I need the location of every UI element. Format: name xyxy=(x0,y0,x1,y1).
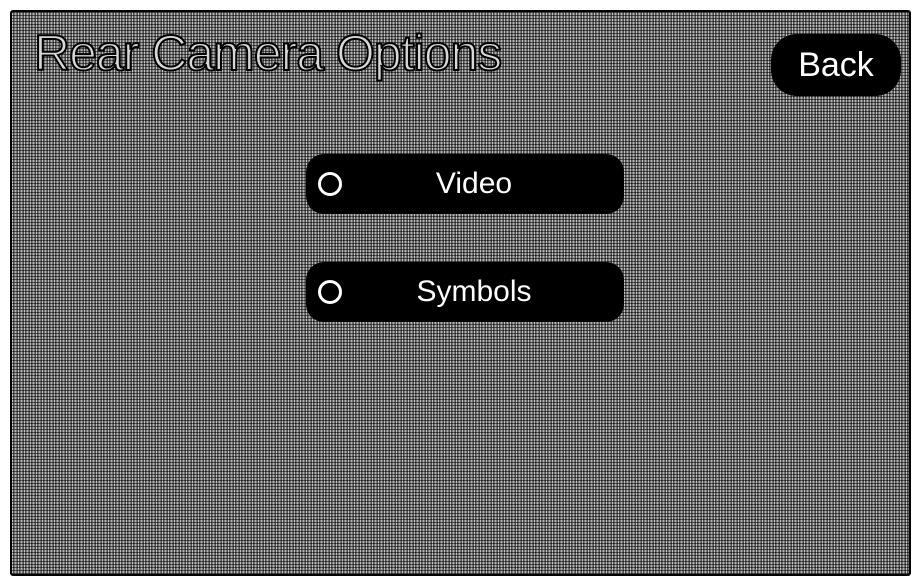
back-button[interactable]: Back xyxy=(771,34,901,96)
symbols-option-label: Symbols xyxy=(416,275,532,308)
video-radio-icon[interactable] xyxy=(318,172,342,196)
video-option-label: Video xyxy=(435,167,513,200)
symbols-option-button[interactable]: Symbols xyxy=(306,262,624,322)
symbols-radio-icon[interactable] xyxy=(318,280,342,304)
rear-camera-options-screen: Rear Camera Options Back Video Symbols xyxy=(10,10,911,576)
page-title: Rear Camera Options xyxy=(33,24,503,82)
video-option-button[interactable]: Video xyxy=(306,154,624,214)
